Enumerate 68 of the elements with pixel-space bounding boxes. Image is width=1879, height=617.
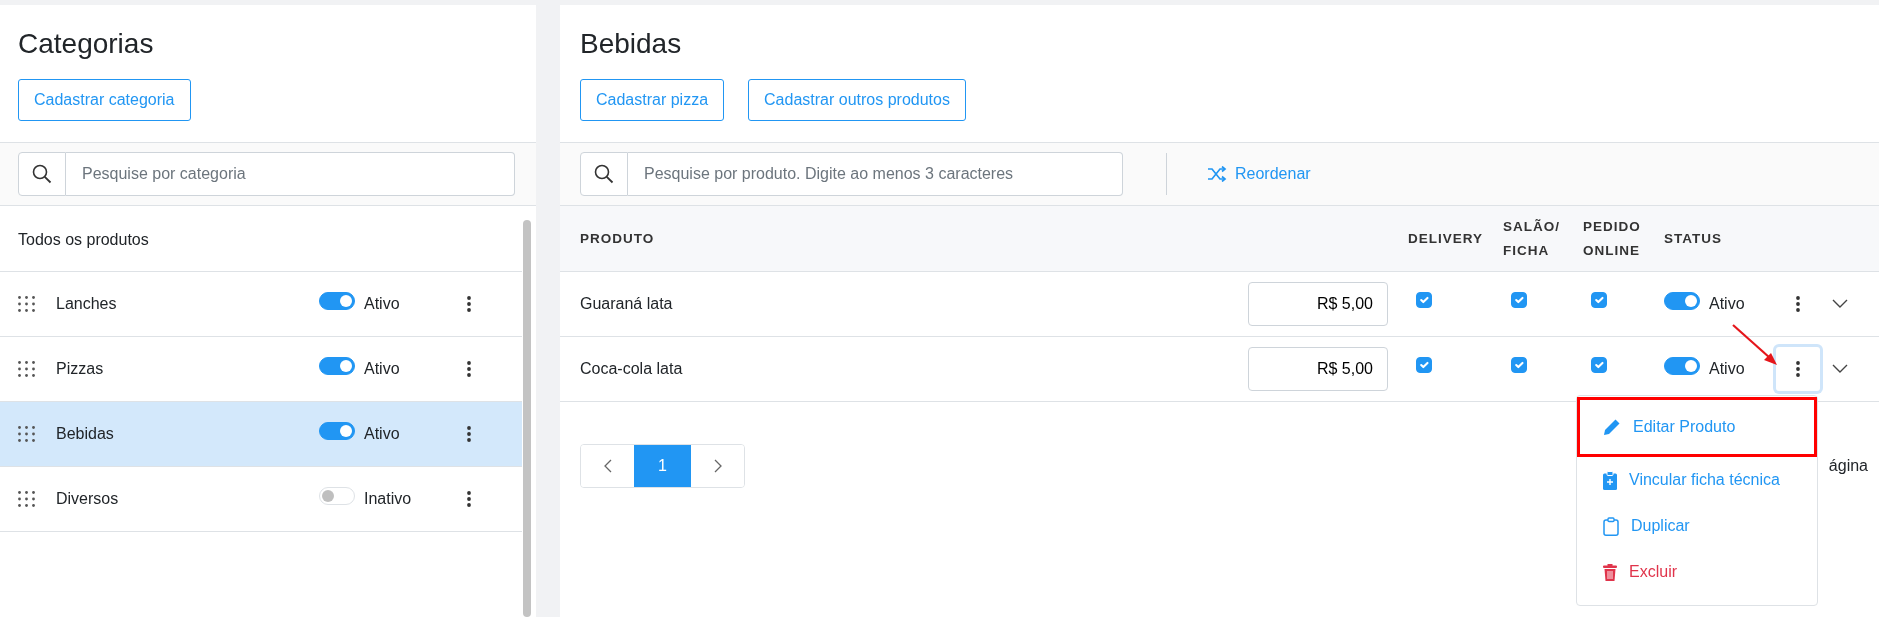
- more-options-icon: [1796, 360, 1800, 377]
- scrollbar-thumb[interactable]: [523, 219, 531, 617]
- product-name: Guaraná lata: [580, 293, 674, 314]
- category-search-field[interactable]: Pesquise por categoria: [66, 151, 515, 196]
- category-name: Diversos: [56, 488, 120, 509]
- drag-handle-icon: [18, 490, 35, 507]
- panel-title: Categorias: [18, 27, 155, 61]
- reorder-button[interactable]: Reordenar: [1207, 161, 1311, 186]
- price-field[interactable]: R$ 5,00: [1248, 281, 1388, 326]
- status-label: Ativo: [364, 358, 400, 379]
- menu-item[interactable]: Duplicar: [1577, 503, 1817, 549]
- column-header: PEDIDO ONLINE: [1583, 219, 1641, 259]
- more-options-icon: [467, 490, 471, 507]
- status-label: Ativo: [1709, 358, 1745, 379]
- more-options-icon: [467, 295, 471, 312]
- price-field[interactable]: R$ 5,00: [1248, 346, 1388, 391]
- chevron-right-icon: [713, 458, 722, 473]
- status-label: Ativo: [1709, 293, 1745, 314]
- status-toggle[interactable]: [1664, 291, 1700, 310]
- search-icon[interactable]: [580, 151, 628, 196]
- product-search-field[interactable]: Pesquise por produto. Digite ao menos 3 caracteres: [628, 151, 1123, 196]
- add-product-button[interactable]: Cadastrar outros produtos: [748, 78, 966, 121]
- channel-checkbox[interactable]: [1416, 291, 1432, 308]
- category-name: Pizzas: [56, 358, 105, 379]
- status-toggle[interactable]: [319, 356, 355, 375]
- more-options-icon: [467, 360, 471, 377]
- status-toggle[interactable]: [1664, 356, 1700, 375]
- product-name: Coca-cola lata: [580, 358, 684, 379]
- clipboard-icon: [1603, 516, 1619, 536]
- drag-handle-icon: [18, 360, 35, 377]
- channel-checkbox[interactable]: [1416, 356, 1432, 373]
- shuffle-icon: [1207, 165, 1227, 182]
- status-label: Inativo: [364, 488, 412, 509]
- category-name: Bebidas: [56, 423, 115, 444]
- search-icon[interactable]: [18, 151, 66, 196]
- more-options-icon: [1796, 295, 1800, 312]
- menu-item[interactable]: Excluir: [1577, 549, 1817, 595]
- trash-icon: [1603, 563, 1617, 581]
- menu-item[interactable]: Editar Produto: [1577, 397, 1817, 457]
- expand-button[interactable]: [1832, 364, 1848, 374]
- channel-checkbox[interactable]: [1511, 356, 1527, 373]
- pencil-icon: [1603, 418, 1621, 436]
- chevron-down-icon: [1832, 364, 1848, 374]
- column-header: SALÃO/ FICHA: [1503, 219, 1560, 259]
- drag-handle-icon: [18, 295, 35, 312]
- more-options-icon: [467, 425, 471, 442]
- add-product-button[interactable]: Cadastrar pizza: [580, 78, 725, 121]
- chevron-left-icon: [603, 458, 612, 473]
- add-category-button[interactable]: Cadastrar categoria: [18, 78, 191, 121]
- column-header: DELIVERY: [1408, 231, 1483, 247]
- drag-handle-icon: [18, 425, 35, 442]
- menu-item[interactable]: Vincular ficha técnica: [1577, 457, 1817, 503]
- status-toggle[interactable]: [319, 291, 355, 310]
- channel-checkbox[interactable]: [1591, 291, 1607, 308]
- channel-checkbox[interactable]: [1591, 356, 1607, 373]
- panel-title: Bebidas: [580, 27, 683, 61]
- chevron-down-icon: [1832, 299, 1848, 309]
- page-button[interactable]: 1: [634, 444, 691, 487]
- clipboard-plus-icon: [1603, 470, 1617, 490]
- page-size-label: ágina: [1828, 455, 1868, 476]
- status-label: Ativo: [364, 423, 400, 444]
- category-item[interactable]: Todos os produtos: [18, 228, 149, 253]
- status-label: Ativo: [364, 293, 400, 314]
- category-name: Lanches: [56, 293, 118, 314]
- column-header: STATUS: [1664, 231, 1722, 247]
- expand-button[interactable]: [1832, 299, 1848, 309]
- column-header: PRODUTO: [580, 231, 655, 247]
- channel-checkbox[interactable]: [1511, 291, 1527, 308]
